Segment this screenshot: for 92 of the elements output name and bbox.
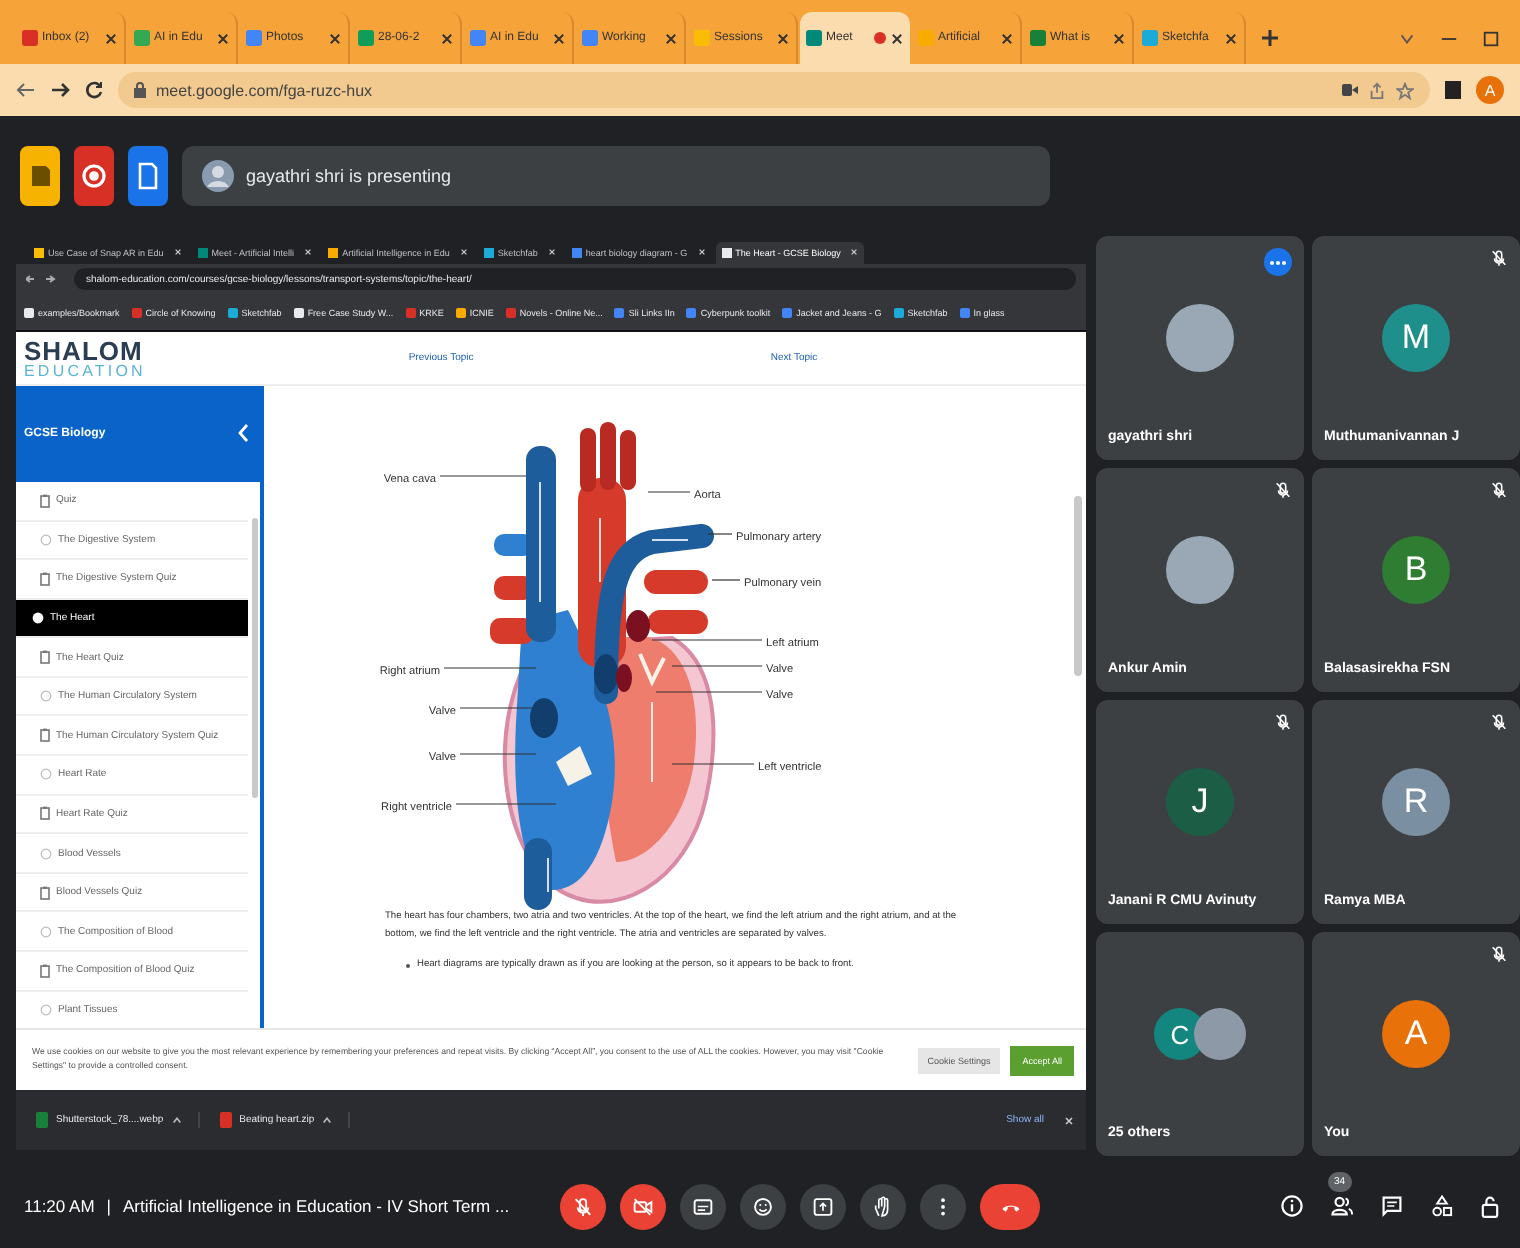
- close-icon[interactable]: [216, 31, 230, 45]
- close-icon[interactable]: [328, 31, 342, 45]
- circle-icon: [40, 768, 52, 781]
- clipboard-icon: [40, 571, 50, 586]
- leader-line: [710, 579, 740, 581]
- more-icon: [1270, 259, 1286, 265]
- hand-icon: [872, 1195, 894, 1217]
- hand-button[interactable]: [860, 1183, 906, 1229]
- star-icon[interactable]: [1396, 81, 1414, 99]
- emoji-button[interactable]: [740, 1183, 786, 1229]
- leader-line: [650, 639, 762, 641]
- maximize-icon[interactable]: [1482, 30, 1500, 48]
- scrollbar[interactable]: [252, 517, 258, 798]
- clipboard-icon: [40, 728, 50, 743]
- leader-line: [454, 803, 556, 805]
- photo-placeholder: [1194, 1008, 1246, 1060]
- people-icon[interactable]: [1330, 1194, 1354, 1218]
- leader-line: [438, 475, 526, 477]
- collapse-chevron-icon[interactable]: [238, 424, 248, 443]
- leader-line: [670, 665, 762, 667]
- camera-indicator-icon: [1342, 84, 1358, 96]
- logo-text: EDUCATION: [24, 363, 148, 380]
- more-options-button[interactable]: [1264, 248, 1292, 276]
- hang-up-button[interactable]: [980, 1183, 1040, 1229]
- clipboard-icon: [40, 806, 50, 821]
- leader-line: [670, 763, 754, 765]
- share-icon[interactable]: [1368, 81, 1386, 99]
- close-icon[interactable]: [664, 31, 678, 45]
- circle-icon: [40, 533, 52, 546]
- chat-icon[interactable]: [1380, 1194, 1404, 1218]
- leader-line: [458, 753, 536, 755]
- clipboard-icon: [40, 493, 50, 508]
- more-vertical-button[interactable]: [920, 1183, 966, 1229]
- lock-icon[interactable]: [1480, 1194, 1500, 1218]
- close-icon[interactable]: [552, 31, 566, 45]
- clipboard-icon: [40, 963, 50, 978]
- clipboard-icon: [40, 650, 50, 665]
- captions-icon: [692, 1195, 714, 1217]
- close-icon[interactable]: [1224, 31, 1238, 45]
- photo-placeholder: [1166, 304, 1234, 372]
- close-icon[interactable]: [1112, 31, 1126, 45]
- photo-placeholder: [1166, 536, 1234, 604]
- separator: |: [106, 1196, 112, 1216]
- captions-button[interactable]: [680, 1183, 726, 1229]
- leader-line: [654, 691, 762, 693]
- circle-icon: [40, 690, 52, 703]
- leader-line: [458, 707, 532, 709]
- new-tab-icon[interactable]: [1260, 28, 1280, 48]
- close-icon[interactable]: [890, 31, 904, 45]
- circle-icon: [40, 847, 52, 860]
- presenter-text: gayathri shri is presenting: [246, 166, 452, 186]
- meeting-title: Artificial Intelligence in Education - IV Short Term ...: [123, 1196, 510, 1216]
- document-icon[interactable]: [128, 146, 168, 206]
- close-icon[interactable]: [776, 31, 790, 45]
- avatar: R: [1382, 768, 1450, 836]
- clipboard-icon: [40, 885, 50, 900]
- info-icon[interactable]: [1280, 1194, 1304, 1218]
- microphone-off-button[interactable]: [560, 1183, 606, 1229]
- circle-icon: [40, 925, 52, 938]
- camera-off-icon: [632, 1195, 654, 1217]
- forward-arrow-icon[interactable]: [50, 80, 70, 100]
- avatar: J: [1166, 768, 1234, 836]
- leader-line: [442, 667, 536, 669]
- chevron-up-icon[interactable]: [171, 1116, 182, 1125]
- leader-line: [646, 491, 690, 493]
- avatar: B: [1382, 536, 1450, 604]
- activities-icon[interactable]: [1430, 1194, 1454, 1218]
- avatar: M: [1382, 304, 1450, 372]
- microphone-off-icon: [572, 1195, 594, 1217]
- filled-circle-icon: [32, 611, 44, 624]
- back-arrow-icon[interactable]: [16, 80, 36, 100]
- camera-off-button[interactable]: [620, 1183, 666, 1229]
- reload-icon[interactable]: [84, 80, 104, 100]
- record-icon[interactable]: [74, 146, 114, 206]
- lock-icon: [134, 82, 146, 98]
- close-icon[interactable]: [440, 31, 454, 45]
- meeting-time: 11:20 AM: [24, 1196, 95, 1216]
- circle-icon: [40, 1003, 52, 1016]
- avatar-icon: [202, 160, 234, 192]
- close-icon[interactable]: [104, 31, 118, 45]
- emoji-icon: [752, 1195, 774, 1217]
- close-icon[interactable]: [1000, 31, 1014, 45]
- logo-text: SHALOM: [24, 337, 145, 364]
- chevron-up-icon[interactable]: [322, 1116, 333, 1125]
- present-icon: [812, 1195, 834, 1217]
- app-icon[interactable]: [20, 146, 60, 206]
- avatar: A: [1382, 1000, 1450, 1068]
- present-button[interactable]: [800, 1183, 846, 1229]
- chevron-down-icon[interactable]: [1398, 30, 1416, 48]
- leader-line: [706, 533, 732, 535]
- scrollbar[interactable]: [1074, 495, 1082, 676]
- address-field[interactable]: meet.google.com/fga-ruzc-hux: [118, 72, 1430, 108]
